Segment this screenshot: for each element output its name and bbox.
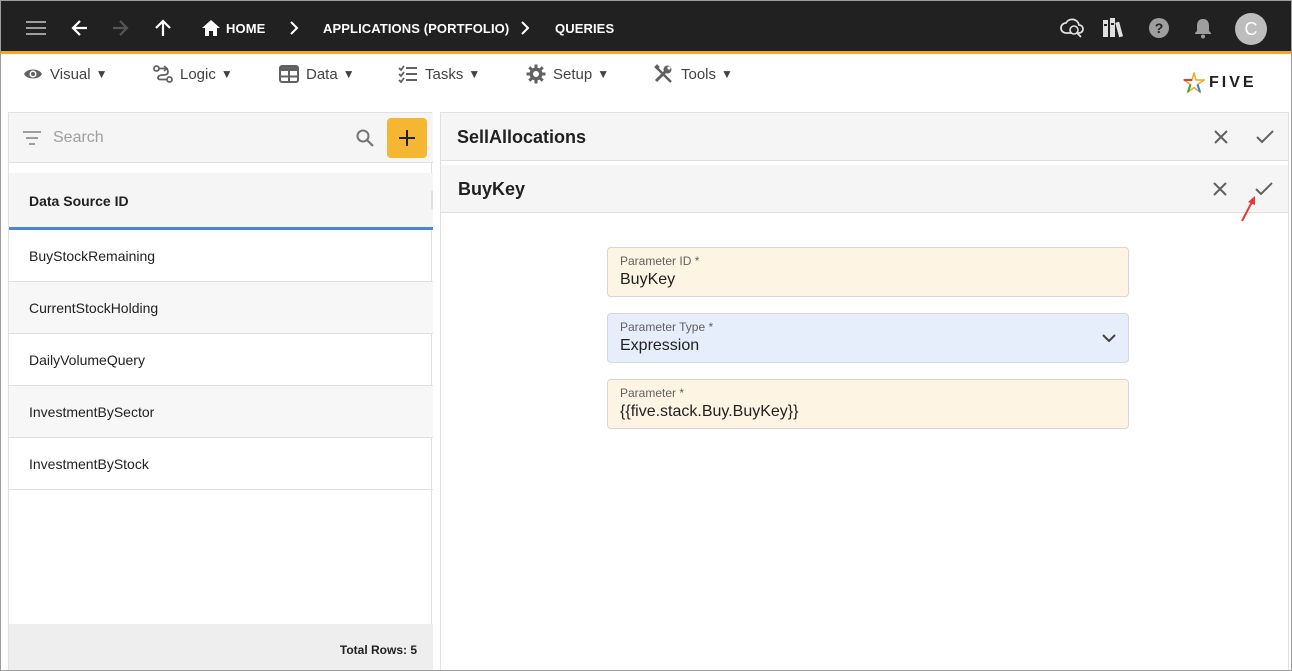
column-header-data-source-id[interactable]: Data Source ID [9,173,433,230]
total-rows-count: Total Rows: 5 [339,643,417,657]
close-icon [1213,182,1227,196]
caret-down-icon: ▼ [342,67,355,81]
caret-down-icon: ▼ [95,67,108,81]
table-icon [279,65,299,83]
eye-icon [24,69,42,79]
forward-arrow-icon [108,16,132,40]
library-books-icon[interactable] [1102,16,1126,40]
up-arrow-icon[interactable] [151,16,175,40]
five-logo-text: FIVE [1209,74,1257,91]
search-input[interactable]: Search [53,129,104,147]
chevron-right-icon [282,16,306,40]
menu-logic[interactable]: Logic ▼ [153,63,233,85]
parameter-type-select[interactable]: Parameter Type * Expression [607,313,1129,363]
parameter-type-value[interactable]: Expression [620,337,699,355]
menu-bar: Visual ▼ Logic ▼ Data ▼ Tasks ▼ Setup ▼ … [1,57,1291,103]
list-item[interactable]: InvestmentBySector [9,386,433,438]
list-item[interactable]: InvestmentByStock [9,438,433,490]
plus-icon [399,130,415,146]
filter-icon[interactable] [23,131,41,145]
parameter-label: Parameter * [620,386,685,400]
tools-icon [654,64,672,83]
caret-down-icon: ▼ [468,67,481,81]
parent-cancel-button[interactable] [1209,125,1233,149]
five-logo: FIVE [1183,72,1257,94]
parameter-id-field[interactable]: Parameter ID * BuyKey [607,247,1129,297]
menu-visual[interactable]: Visual ▼ [23,63,107,85]
parameter-id-value[interactable]: BuyKey [620,271,675,289]
menu-visual-label: Visual [50,65,91,83]
logic-icon [153,65,173,83]
gear-icon [526,64,546,84]
child-cancel-button[interactable] [1208,177,1232,201]
caret-down-icon: ▼ [721,67,733,81]
parent-form-header: SellAllocations [441,113,1288,161]
form-panel: SellAllocations BuyKey Parameter ID * Bu… [440,112,1289,670]
back-arrow-icon[interactable] [68,16,92,40]
data-source-list-panel: Search Data Source ID BuyStockRemaining … [8,112,433,670]
cloud-sync-icon[interactable] [1060,16,1084,40]
menu-tasks[interactable]: Tasks ▼ [398,63,480,85]
menu-logic-label: Logic [180,65,216,83]
column-header-label: Data Source ID [29,193,129,209]
top-app-bar: HOME APPLICATIONS (PORTFOLIO) QUERIES ? … [1,1,1291,54]
list-item[interactable]: DailyVolumeQuery [9,334,433,386]
menu-tasks-label: Tasks [425,65,464,83]
child-form-title: BuyKey [458,179,526,199]
menu-setup-label: Setup [553,65,593,83]
data-source-rows: BuyStockRemaining CurrentStockHolding Da… [9,230,433,490]
parent-form-title: SellAllocations [457,127,587,147]
parameter-id-label: Parameter ID * [620,254,700,268]
column-resize-handle[interactable] [431,191,433,209]
breadcrumb-applications[interactable]: APPLICATIONS (PORTFOLIO) [323,21,509,36]
menu-data-label: Data [306,65,338,83]
notifications-bell-icon[interactable] [1191,16,1215,40]
user-avatar[interactable]: C [1235,13,1267,45]
caret-down-icon: ▼ [597,67,610,81]
parent-save-button[interactable] [1253,125,1277,149]
parameter-type-label: Parameter Type * [620,320,714,334]
parameter-field[interactable]: Parameter * {{five.stack.Buy.BuyKey}} [607,379,1129,429]
list-footer: Total Rows: 5 [9,624,433,670]
checklist-icon [398,65,417,83]
chevron-down-icon[interactable] [1102,329,1116,347]
annotation-arrow-icon [1241,196,1255,222]
search-bar: Search [9,113,433,163]
menu-setup[interactable]: Setup ▼ [526,63,609,85]
menu-data[interactable]: Data ▼ [279,63,355,85]
hamburger-menu-icon[interactable] [24,16,48,40]
home-icon[interactable] [199,16,223,40]
search-icon[interactable] [356,129,374,147]
five-logo-mark [1183,72,1205,94]
list-item[interactable]: CurrentStockHolding [9,282,433,334]
check-icon [1256,130,1274,144]
add-button[interactable] [387,118,427,158]
breadcrumb-queries[interactable]: QUERIES [555,21,614,36]
chevron-right-icon [513,16,537,40]
breadcrumb-home[interactable]: HOME [226,21,265,36]
app-window: HOME APPLICATIONS (PORTFOLIO) QUERIES ? … [0,0,1292,671]
caret-down-icon: ▼ [220,67,233,81]
menu-tools-label: Tools [681,65,717,83]
help-icon[interactable]: ? [1147,16,1171,40]
svg-text:?: ? [1155,20,1164,36]
menu-tools[interactable]: Tools ▼ [654,63,733,85]
close-icon [1214,130,1228,144]
parameter-value[interactable]: {{five.stack.Buy.BuyKey}} [620,403,798,421]
child-form-header: BuyKey [441,165,1288,213]
list-item[interactable]: BuyStockRemaining [9,230,433,282]
